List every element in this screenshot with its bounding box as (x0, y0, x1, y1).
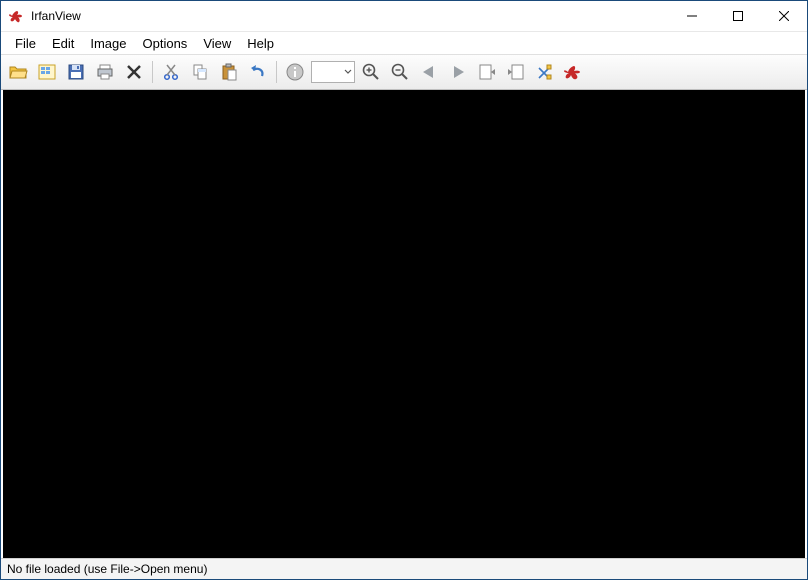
open-icon (8, 62, 28, 82)
zoom-in-button[interactable] (358, 59, 384, 85)
app-window: IrfanView File Edit Image Options View H… (0, 0, 808, 580)
cut-button[interactable] (158, 59, 184, 85)
app-icon (9, 8, 25, 24)
save-icon (66, 62, 86, 82)
menu-options[interactable]: Options (135, 34, 196, 53)
menubar: File Edit Image Options View Help (1, 32, 807, 54)
undo-icon (248, 62, 268, 82)
about-button[interactable] (561, 59, 587, 85)
menu-file[interactable]: File (7, 34, 44, 53)
previous-icon (419, 62, 439, 82)
delete-button[interactable] (121, 59, 147, 85)
statusbar: No file loaded (use File->Open menu) (1, 558, 807, 579)
next-button[interactable] (445, 59, 471, 85)
zoom-in-icon (361, 62, 381, 82)
previous-page-button[interactable] (474, 59, 500, 85)
print-button[interactable] (92, 59, 118, 85)
info-button[interactable] (282, 59, 308, 85)
previous-page-icon (477, 62, 497, 82)
status-message: No file loaded (use File->Open menu) (7, 562, 207, 576)
minimize-button[interactable] (669, 1, 715, 31)
thumbnails-button[interactable] (34, 59, 60, 85)
copy-icon (190, 62, 210, 82)
window-title: IrfanView (31, 9, 81, 23)
undo-button[interactable] (245, 59, 271, 85)
titlebar: IrfanView (1, 1, 807, 32)
zoom-out-button[interactable] (387, 59, 413, 85)
menu-edit[interactable]: Edit (44, 34, 82, 53)
about-icon (564, 62, 584, 82)
paste-button[interactable] (216, 59, 242, 85)
maximize-button[interactable] (715, 1, 761, 31)
delete-icon (124, 62, 144, 82)
next-page-button[interactable] (503, 59, 529, 85)
chevron-down-icon (344, 68, 352, 76)
previous-button[interactable] (416, 59, 442, 85)
zoom-out-icon (390, 62, 410, 82)
image-canvas[interactable] (3, 90, 805, 558)
separator (152, 61, 153, 83)
close-button[interactable] (761, 1, 807, 31)
settings-icon (535, 62, 555, 82)
toolbar (1, 54, 807, 90)
print-icon (95, 62, 115, 82)
thumbnails-icon (37, 62, 57, 82)
menu-image[interactable]: Image (82, 34, 134, 53)
save-button[interactable] (63, 59, 89, 85)
next-icon (448, 62, 468, 82)
paste-icon (219, 62, 239, 82)
menu-help[interactable]: Help (239, 34, 282, 53)
open-button[interactable] (5, 59, 31, 85)
settings-button[interactable] (532, 59, 558, 85)
info-icon (285, 62, 305, 82)
separator (276, 61, 277, 83)
menu-view[interactable]: View (195, 34, 239, 53)
copy-button[interactable] (187, 59, 213, 85)
cut-icon (161, 62, 181, 82)
zoom-dropdown[interactable] (311, 61, 355, 83)
next-page-icon (506, 62, 526, 82)
